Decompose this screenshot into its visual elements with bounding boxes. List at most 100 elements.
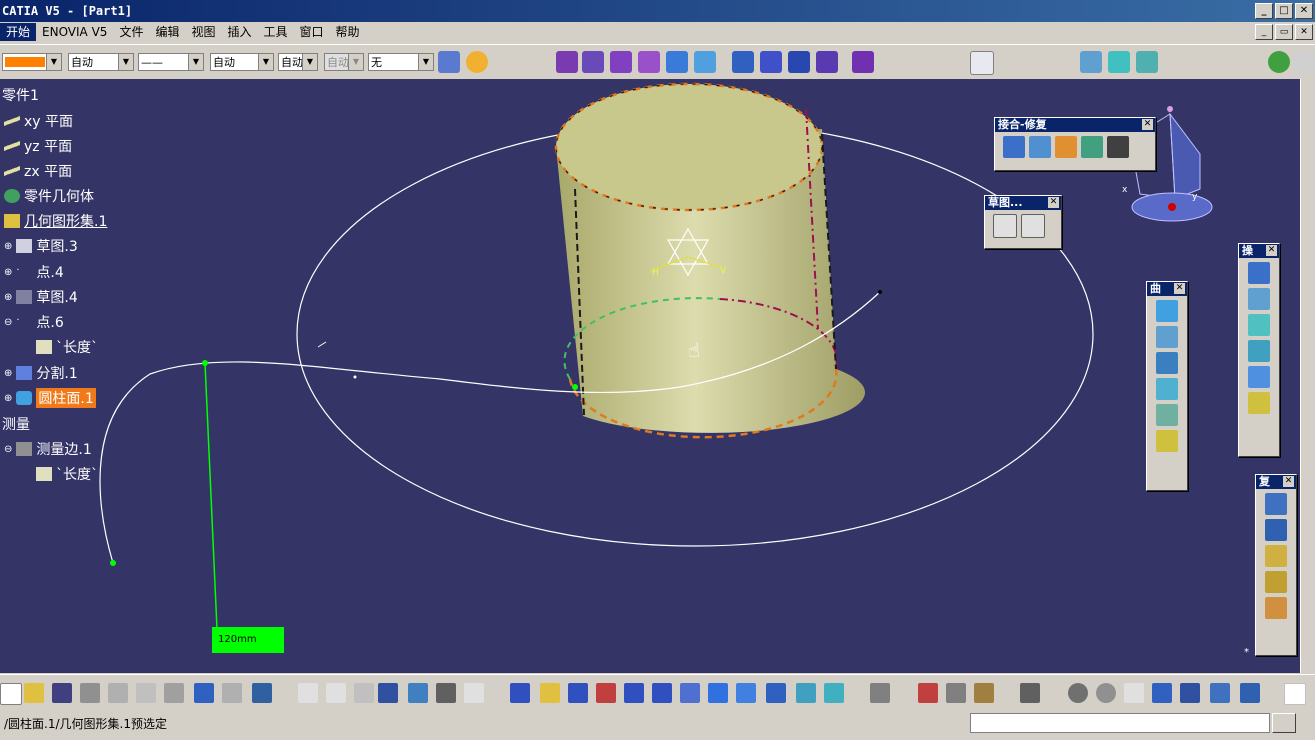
reorder-icon[interactable]	[464, 683, 484, 703]
rotate-icon[interactable]	[596, 683, 616, 703]
extrapolate-op-icon[interactable]	[1248, 392, 1270, 414]
menu-start[interactable]: 开始	[0, 23, 37, 41]
untrim-icon[interactable]	[1081, 136, 1103, 158]
shading-mode-icon[interactable]	[766, 683, 786, 703]
menu-file[interactable]: 文件	[113, 23, 149, 41]
thick-icon[interactable]	[760, 51, 782, 73]
whats-this-icon[interactable]	[252, 683, 272, 703]
panel-close-button[interactable]: ✕	[1174, 283, 1185, 294]
join-op-icon[interactable]	[1248, 262, 1270, 284]
measure-between-icon[interactable]	[918, 683, 938, 703]
menu-edit[interactable]: 编辑	[149, 23, 185, 41]
tree-point6[interactable]: ⊖ · 点.6	[4, 312, 64, 332]
render-icon[interactable]	[1096, 683, 1116, 703]
disassemble-icon[interactable]	[1107, 136, 1129, 158]
fill-icon[interactable]	[638, 51, 660, 73]
cut-icon[interactable]	[108, 683, 128, 703]
tree-root[interactable]: 零件1	[2, 85, 39, 105]
fit-all-icon[interactable]	[540, 683, 560, 703]
panel-close-button[interactable]: ✕	[1142, 119, 1153, 130]
cube-icon[interactable]	[1240, 683, 1260, 703]
doc-close-button[interactable]: ✕	[1295, 24, 1313, 40]
measure-value-label[interactable]: 120mm	[212, 627, 284, 653]
fly-icon[interactable]	[510, 683, 530, 703]
knowledge-icon[interactable]	[326, 683, 346, 703]
panel-close-button[interactable]: ✕	[1283, 476, 1294, 487]
curve-end[interactable]	[878, 290, 882, 294]
command-input[interactable]	[970, 713, 1270, 733]
offset-icon[interactable]	[732, 51, 754, 73]
filter2-combo[interactable]: 自动 ▼	[324, 53, 364, 71]
fill-surface-icon[interactable]	[1156, 404, 1178, 426]
tree-part-body[interactable]: 零件几何体	[4, 186, 94, 206]
loft-icon[interactable]	[666, 51, 688, 73]
redo-icon[interactable]	[222, 683, 242, 703]
blend-icon[interactable]	[694, 51, 716, 73]
hide-show-icon[interactable]	[796, 683, 816, 703]
color-combo[interactable]: ▼	[2, 53, 62, 71]
iso-view-icon[interactable]	[736, 683, 756, 703]
pan-icon[interactable]	[568, 683, 588, 703]
fillet-op-icon[interactable]	[1248, 314, 1270, 336]
paste-icon[interactable]	[164, 683, 184, 703]
copy-icon[interactable]	[136, 683, 156, 703]
revolve-icon[interactable]	[582, 51, 604, 73]
linetype-combo[interactable]: 自动 ▼	[68, 53, 134, 71]
wireframe-icon[interactable]	[1080, 51, 1102, 73]
sweep-icon[interactable]	[610, 51, 632, 73]
extrude-icon[interactable]	[556, 51, 578, 73]
multi-view-icon[interactable]	[708, 683, 728, 703]
tree-yz-plane[interactable]: yz 平面	[4, 136, 72, 156]
intersection-point[interactable]	[572, 384, 578, 390]
join-icon[interactable]	[1003, 136, 1025, 158]
menu-help[interactable]: 帮助	[330, 23, 366, 41]
new-icon[interactable]	[0, 683, 22, 705]
print-icon[interactable]	[80, 683, 100, 703]
tree-measure[interactable]: 测量	[2, 414, 30, 434]
capture-icon[interactable]	[1020, 683, 1040, 703]
tree-measure-edge[interactable]: ⊖ 测量边.1	[4, 439, 92, 459]
table-icon[interactable]	[378, 683, 398, 703]
split-op-icon[interactable]	[1248, 288, 1270, 310]
volume-icon[interactable]	[816, 51, 838, 73]
3d-compass-icon[interactable]	[1210, 683, 1230, 703]
globe-icon[interactable]	[1268, 51, 1290, 73]
lineweight-combo[interactable]: —— ▼	[138, 53, 204, 71]
tree-point4[interactable]: ⊕ · 点.4	[4, 262, 64, 282]
none-combo[interactable]: 无 ▼	[368, 53, 434, 71]
curve-analysis-icon[interactable]	[970, 51, 994, 75]
layer-combo[interactable]: 自动 ▼	[210, 53, 274, 71]
zoom-in-icon[interactable]	[624, 683, 644, 703]
catalog-icon[interactable]	[1265, 597, 1287, 619]
tree-length2[interactable]: `长度`	[36, 464, 98, 484]
minimize-button[interactable]: _	[1255, 3, 1273, 19]
panel-close-button[interactable]: ✕	[1048, 197, 1059, 208]
normal-view-icon[interactable]	[680, 683, 700, 703]
lock-icon[interactable]	[436, 683, 456, 703]
bulb-icon[interactable]	[466, 51, 488, 73]
panel-close-button[interactable]: ✕	[1266, 245, 1277, 256]
menu-view[interactable]: 视图	[185, 23, 221, 41]
tree-toggle-icon[interactable]	[408, 683, 428, 703]
grid-icon[interactable]	[1180, 683, 1200, 703]
tree-cylinder1[interactable]: ⊕ 圆柱面.1	[4, 388, 96, 408]
sweep-surface-icon[interactable]	[1156, 378, 1178, 400]
layer-filter-icon[interactable]	[1152, 683, 1172, 703]
swap-space-icon[interactable]	[824, 683, 844, 703]
menu-window[interactable]: 窗口	[294, 23, 330, 41]
powercopy-icon[interactable]	[1265, 545, 1287, 567]
doc-restore-button[interactable]: ▭	[1275, 24, 1293, 40]
pattern-icon[interactable]	[1265, 519, 1287, 541]
tree-sketch3[interactable]: ⊕ 草图.3	[4, 236, 78, 256]
save-icon[interactable]	[52, 683, 72, 703]
shading-icon[interactable]	[1108, 51, 1130, 73]
curve-endpoint[interactable]	[110, 560, 116, 566]
formula-icon[interactable]	[298, 683, 318, 703]
udf-icon[interactable]	[1265, 571, 1287, 593]
close-button[interactable]: ✕	[1295, 3, 1313, 19]
menu-insert[interactable]: 插入	[221, 23, 257, 41]
law-icon[interactable]	[354, 683, 374, 703]
maximize-button[interactable]: □	[1275, 3, 1293, 19]
menu-enovia[interactable]: ENOVIA V5	[36, 23, 113, 41]
measure-item-icon[interactable]	[946, 683, 966, 703]
